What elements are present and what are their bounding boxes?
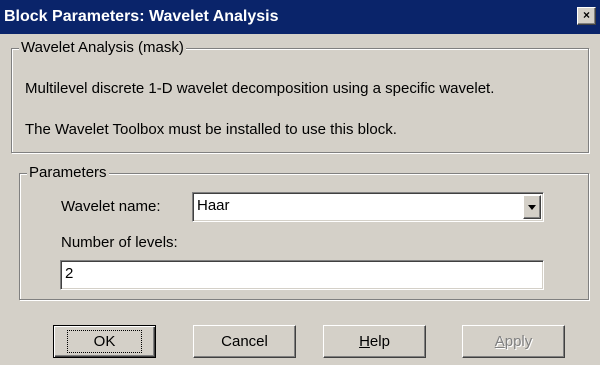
wavelet-name-label: Wavelet name: bbox=[61, 198, 161, 215]
apply-button[interactable]: Apply bbox=[462, 325, 565, 358]
levels-label: Number of levels: bbox=[61, 234, 178, 251]
parameters-group-legend: Parameters bbox=[27, 163, 109, 183]
window-title: Block Parameters: Wavelet Analysis bbox=[4, 8, 279, 25]
help-button[interactable]: Help bbox=[323, 325, 426, 358]
ok-button[interactable]: OK bbox=[53, 325, 156, 358]
levels-input[interactable]: 2 bbox=[60, 260, 544, 290]
mask-description-line1: Multilevel discrete 1-D wavelet decompos… bbox=[25, 80, 495, 97]
help-button-label: Help bbox=[359, 333, 390, 350]
levels-value: 2 bbox=[65, 265, 74, 282]
apply-button-label: Apply bbox=[494, 333, 533, 350]
ok-button-label: OK bbox=[66, 330, 143, 353]
cancel-button[interactable]: Cancel bbox=[193, 325, 296, 358]
chevron-down-icon[interactable] bbox=[523, 195, 541, 219]
wavelet-name-value: Haar bbox=[197, 197, 230, 214]
close-button[interactable]: × bbox=[577, 7, 596, 25]
cancel-button-label: Cancel bbox=[221, 333, 268, 350]
wavelet-name-dropdown[interactable]: Haar bbox=[192, 192, 544, 222]
mask-group-legend: Wavelet Analysis (mask) bbox=[19, 38, 186, 58]
mask-description-line2: The Wavelet Toolbox must be installed to… bbox=[25, 121, 397, 138]
title-bar[interactable]: Block Parameters: Wavelet Analysis × bbox=[0, 0, 600, 34]
close-icon: × bbox=[582, 8, 590, 22]
